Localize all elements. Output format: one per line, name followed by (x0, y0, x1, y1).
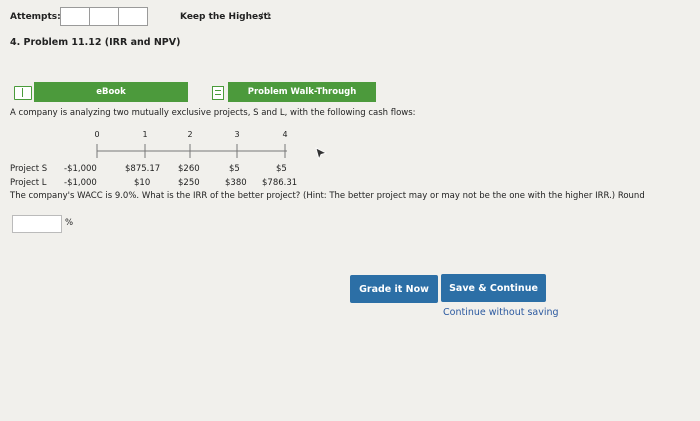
mouse-cursor-icon (315, 147, 328, 161)
project-l-cf-4: $786.31 (262, 178, 298, 188)
period-label: 4 (282, 130, 288, 139)
project-s-cf-3: $5 (229, 164, 240, 174)
problem-title: 4. Problem 11.12 (IRR and NPV) (10, 37, 181, 48)
project-s-cf-4: $5 (276, 164, 287, 174)
project-l-cf-0: -$1,000 (64, 178, 97, 188)
irr-answer-input[interactable] (12, 215, 62, 233)
save-continue-button[interactable]: Save & Continue (441, 274, 546, 302)
ebook-button[interactable]: eBook (34, 82, 188, 102)
attempt-box (90, 8, 119, 25)
project-l-cf-1: $10 (134, 178, 151, 188)
project-s-cf-1: $875.17 (125, 164, 161, 174)
cash-flow-timeline: 0 1 2 3 4 (94, 130, 295, 160)
percent-unit: % (65, 218, 74, 228)
attempts-label: Attempts: (10, 12, 61, 22)
period-label: 1 (142, 130, 148, 139)
book-icon[interactable] (14, 86, 32, 100)
attempts-indicator (60, 7, 148, 26)
keep-highest-value: / 1 (260, 12, 272, 22)
attempt-box (119, 8, 147, 25)
document-icon[interactable] (212, 86, 224, 100)
keep-highest-label: Keep the Highest: (180, 12, 272, 22)
continue-without-saving-link[interactable]: Continue without saving (443, 307, 559, 318)
timeline-axis (96, 144, 287, 158)
question-text: The company's WACC is 9.0%. What is the … (10, 191, 645, 201)
project-l-label: Project L (10, 178, 47, 188)
problem-intro: A company is analyzing two mutually excl… (10, 108, 416, 118)
period-label: 0 (94, 130, 100, 139)
period-label: 3 (234, 130, 240, 139)
attempt-box (61, 8, 90, 25)
period-label: 2 (187, 130, 193, 139)
project-s-label: Project S (10, 164, 48, 174)
problem-walkthrough-button[interactable]: Problem Walk-Through (228, 82, 376, 102)
project-l-cf-2: $250 (178, 178, 200, 188)
grade-it-now-button[interactable]: Grade it Now (350, 275, 438, 303)
project-s-cf-2: $260 (178, 164, 200, 174)
project-l-cf-3: $380 (225, 178, 247, 188)
project-s-cf-0: -$1,000 (64, 164, 97, 174)
